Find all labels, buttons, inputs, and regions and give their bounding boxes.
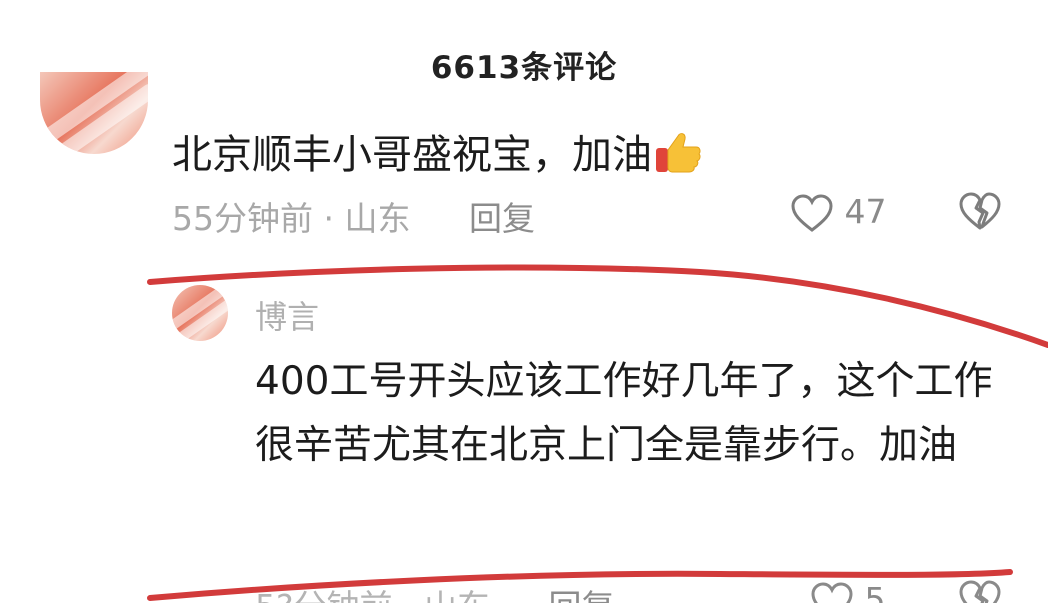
reply-time: 5?分钟前 [255,587,393,603]
avatar[interactable] [40,72,148,154]
reply-dislike-button[interactable] [958,580,1002,603]
reply-button[interactable]: 回复 [549,587,615,603]
comment-count-title: 6613条评论 [430,50,618,86]
meta-separator: · [323,199,335,238]
like-button[interactable]: 47 [790,192,887,234]
comment-time: 55分钟前 [172,199,313,238]
comments-panel: 6613条评论 北京顺丰小哥盛祝宝，加油 55分钟前 · 山东 回复 47 博言… [0,0,1048,603]
dislike-button[interactable] [958,192,1002,232]
reply-like-count: 5 [864,580,886,603]
broken-heart-icon [958,580,1002,603]
thumbs-up-icon [654,130,702,174]
heart-icon [790,192,834,232]
broken-heart-icon [958,192,1002,230]
comment-body: 北京顺丰小哥盛祝宝，加油 [172,132,652,178]
reply-text: 400工号开头应该工作好几年了，这个工作很辛苦尤其在北京上门全是靠步行。加油 [255,359,993,468]
reply-location: 山东 [424,587,490,603]
meta-separator: · [403,587,414,603]
heart-icon [810,580,854,603]
annotation-lines [147,264,1048,601]
reply-button[interactable]: 回复 [469,199,535,238]
reply-like-button[interactable]: 5 [810,580,886,603]
reply-meta: 5?分钟前 · 山东 回复 [255,580,615,603]
reply-avatar[interactable] [172,285,228,341]
comment-text: 北京顺丰小哥盛祝宝，加油 [172,122,702,180]
comment-meta: 55分钟前 · 山东 回复 [172,192,535,240]
reply-author-name[interactable]: 博言 [255,292,319,338]
comment-location: 山东 [344,199,411,238]
like-count: 47 [844,192,887,231]
